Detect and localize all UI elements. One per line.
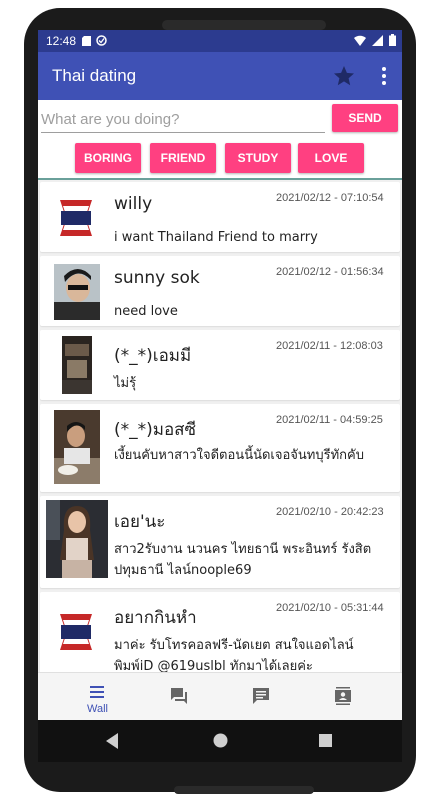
post-message: เงี้ยนคับหาสาวใจดีตอนนี้นัดเจอจันทบุรีทั…	[114, 448, 364, 463]
status-bar: 12:48	[38, 30, 402, 52]
post-date: 2021/02/12 - 01:56:34	[276, 266, 384, 278]
wifi-icon	[354, 35, 366, 46]
bottom-bezel	[174, 786, 314, 794]
post-card[interactable]: sunny sok 2021/02/12 - 01:56:34 need lov…	[40, 256, 400, 326]
user-photo-avatar	[54, 410, 100, 484]
post-message: need love	[114, 304, 178, 319]
post-author: เอย'นะ	[114, 512, 166, 532]
post-author: (*_*)มอสซี	[114, 420, 197, 440]
recents-icon[interactable]	[319, 734, 332, 747]
post-date: 2021/02/11 - 12:08:03	[276, 340, 383, 352]
app-title: Thai dating	[52, 66, 137, 85]
forum-icon	[171, 688, 187, 704]
overflow-menu-icon[interactable]	[374, 64, 394, 88]
bottom-navigation: Wall	[38, 672, 402, 720]
post-card[interactable]: เอย'นะ 2021/02/10 - 20:42:23 สาว2รับงาน …	[40, 496, 400, 588]
nav-contacts[interactable]	[298, 673, 389, 720]
sd-card-icon	[82, 36, 91, 46]
post-author: อยากกินหำ	[114, 608, 197, 628]
status-composer: SEND	[38, 100, 402, 140]
battery-icon	[389, 34, 396, 46]
nav-wall-label: Wall	[87, 703, 108, 715]
post-card[interactable]: (*_*)มอสซี 2021/02/11 - 04:59:25 เงี้ยนค…	[40, 404, 400, 492]
post-author: willy	[114, 194, 153, 214]
chip-friend[interactable]: FRIEND	[150, 143, 216, 173]
system-navigation-bar	[38, 720, 402, 762]
nav-forum[interactable]	[134, 673, 225, 720]
speaker-grille	[162, 20, 326, 30]
chip-study[interactable]: STUDY	[225, 143, 291, 173]
post-date: 2021/02/10 - 05:31:44	[276, 602, 384, 614]
thai-flag-avatar-icon	[52, 194, 100, 242]
contacts-icon	[335, 687, 351, 705]
nav-wall[interactable]: Wall	[52, 673, 143, 720]
status-input[interactable]	[41, 108, 325, 130]
user-photo-avatar	[54, 264, 100, 320]
post-author: sunny sok	[114, 268, 200, 288]
user-photo-avatar	[46, 500, 108, 578]
sync-icon	[96, 35, 107, 46]
app-bar: Thai dating	[38, 52, 402, 100]
app-screen: 12:48 Thai dating SEND BORING FRIEND STU…	[38, 30, 402, 720]
home-icon[interactable]	[213, 733, 228, 748]
chip-love[interactable]: LOVE	[298, 143, 364, 173]
status-input-wrapper	[41, 108, 325, 133]
signal-icon	[372, 34, 383, 46]
chat-icon	[253, 688, 269, 704]
post-date: 2021/02/11 - 04:59:25	[276, 414, 383, 426]
wall-feed[interactable]: willy 2021/02/12 - 07:10:54 i want Thail…	[38, 180, 402, 672]
back-icon[interactable]	[106, 733, 120, 749]
post-message: ไม่รุ้	[114, 376, 137, 391]
post-card[interactable]: อยากกินหำ 2021/02/10 - 05:31:44 มาค่ะ รั…	[40, 592, 400, 672]
post-date: 2021/02/12 - 07:10:54	[276, 192, 384, 204]
user-photo-avatar	[62, 336, 92, 394]
post-message: มาค่ะ รับโทรคอลฟรี-นัดเยต สนใจแอดไลน์ พิ…	[114, 638, 354, 672]
post-author: (*_*)เอมมี	[114, 346, 192, 366]
thai-flag-avatar-icon	[52, 608, 100, 656]
post-date: 2021/02/10 - 20:42:23	[276, 506, 384, 518]
chip-boring[interactable]: BORING	[75, 143, 141, 173]
mood-chip-row: BORING FRIEND STUDY LOVE	[38, 140, 402, 178]
wall-list-icon	[90, 686, 104, 698]
favorite-star-icon[interactable]	[332, 64, 356, 88]
post-message: สาว2รับงาน นวนคร ไทยธานี พระอินทร์ รังสิ…	[114, 542, 372, 578]
phone-frame: 12:48 Thai dating SEND BORING FRIEND STU…	[0, 0, 440, 800]
post-card[interactable]: willy 2021/02/12 - 07:10:54 i want Thail…	[40, 182, 400, 252]
post-card[interactable]: (*_*)เอมมี 2021/02/11 - 12:08:03 ไม่รุ้	[40, 330, 400, 400]
status-time: 12:48	[46, 34, 77, 48]
send-button[interactable]: SEND	[332, 104, 398, 132]
nav-messages[interactable]	[216, 673, 307, 720]
post-message: i want Thailand Friend to marry	[114, 230, 318, 245]
